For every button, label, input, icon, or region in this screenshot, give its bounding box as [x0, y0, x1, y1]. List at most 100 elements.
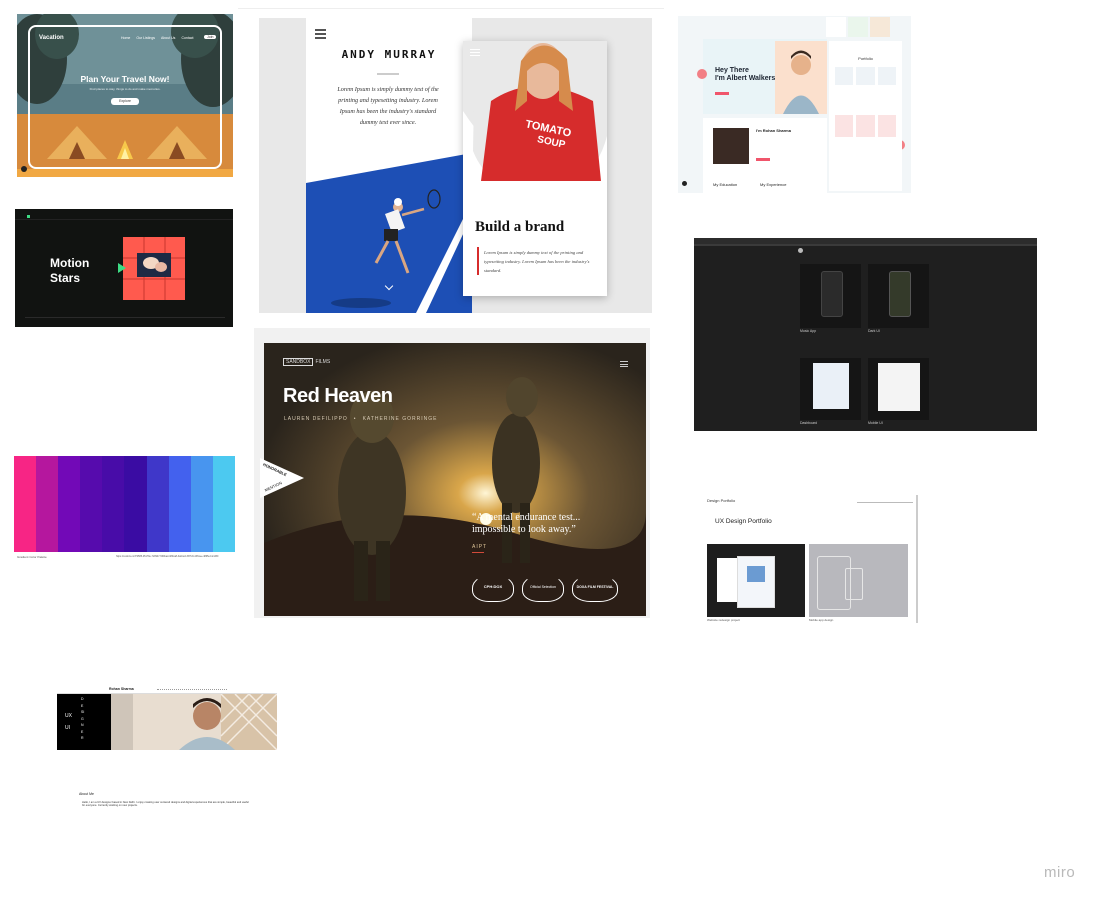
motion-artwork [123, 237, 185, 300]
dark-tile-label-4: Mobile UI [868, 421, 883, 425]
dark-tile-2[interactable] [868, 264, 929, 328]
motion-logo-icon [27, 215, 30, 218]
andy-menu-icon[interactable] [315, 29, 326, 39]
ux-portfolio-caption-2: Mobile app design [809, 618, 834, 622]
albert-testimonial: I'm Rohan Sharma My Education My Experie… [703, 118, 827, 193]
palette-swatch-9 [190, 456, 213, 552]
testimonial-photo [713, 128, 749, 164]
albert-walkers-card[interactable]: Hey There I'm Albert Walkers Portfolio I [678, 16, 911, 193]
ux-portfolio-tile-1[interactable] [707, 544, 805, 617]
dark-tile-3[interactable] [800, 358, 861, 420]
motion-play-icon[interactable] [118, 263, 126, 273]
motion-title-line2: Stars [50, 271, 81, 285]
ux-portfolio-title: UX Design Portfolio [715, 518, 772, 525]
brand-photo [463, 41, 607, 181]
ux-portfolio-nav [857, 499, 913, 503]
ux-portfolio-brand[interactable]: Design Portfolio [707, 498, 735, 503]
palette-card[interactable]: Gradient Color Palette https://coolors.c… [14, 456, 235, 562]
credit-2: KATHERINE GORRINGE [362, 416, 438, 422]
albert-greeting-2: I'm Albert Walkers [715, 75, 776, 82]
logo-right: FILMS [315, 359, 331, 365]
laurels-row: CPH:DOX Official Selection DOXA FILM FES… [472, 574, 618, 602]
andy-name: ANDY MURRAY [341, 48, 437, 61]
miro-watermark: miro [1044, 864, 1076, 881]
dark-tile-4[interactable] [868, 358, 929, 420]
nav-listings[interactable]: Our Listings [136, 36, 155, 40]
vacation-card[interactable]: Vacation Home Our Listings About Us Cont… [17, 14, 233, 177]
brand-phone-card: TOMATO SOUP Build a brand Lorem Ipsum is… [463, 41, 607, 296]
testimonial-button[interactable] [756, 158, 770, 161]
credit-1: LAUREN DEFILIPPO [284, 416, 348, 422]
motion-title-line1: Motion [50, 256, 90, 270]
palette-swatch-8 [168, 456, 191, 552]
ux-portfolio-card[interactable]: Design Portfolio UX Design Portfolio Web… [705, 495, 918, 623]
logo-left: SANDBOX [283, 358, 314, 366]
ux-designer-nav [157, 689, 227, 691]
dark-tile-1[interactable] [800, 264, 861, 328]
laurel-1: CPH:DOX [472, 574, 514, 602]
dark-tile-label-2: Dark UI [868, 329, 880, 333]
albert-top-thumbs [826, 17, 890, 37]
palette-swatch-10 [212, 456, 235, 552]
palette-swatch-4 [80, 456, 103, 552]
dark-dashboard-card[interactable]: Music App Dark UI Dashboard Mobile UI [694, 238, 1037, 431]
albert-label-1: My Education [713, 182, 738, 187]
ux-portfolio-scroll[interactable] [916, 495, 918, 623]
quote-line1: “A mental endurance test... [472, 512, 581, 523]
andy-murray-card[interactable]: ANDY MURRAY Lorem Ipsum is simply dummy … [259, 18, 652, 313]
ux-portfolio-tile-2[interactable] [809, 544, 908, 617]
ux-designer-side: UX UI DESIGNER [57, 694, 111, 750]
dark-tile-label-3: Dashboard [800, 421, 818, 425]
andy-body: Lorem Ipsum is simply dummy text of the … [337, 86, 439, 126]
andy-divider [377, 73, 399, 75]
palette-swatch-2 [36, 456, 59, 552]
red-heaven-card[interactable]: SANDBOX FILMS Red Heaven LAUREN DEFILIPP… [254, 328, 650, 618]
testimonial-title: I'm Rohan Sharma [756, 128, 791, 133]
quote-source-underline [472, 552, 484, 553]
ux-designer-body: Hello, I am a UX designer based in New D… [82, 801, 249, 808]
dark-tile-label-1: Music App [800, 329, 817, 333]
ux-portfolio-caption-1: Website redesign project [707, 618, 740, 622]
palette-caption-right[interactable]: https://coolors.co/f72585-b5179e-7209b7-… [116, 555, 232, 558]
palette-swatch-6 [124, 456, 147, 552]
ux-designer-header-name[interactable]: Rohan Sharma [109, 687, 134, 691]
ux-designer-card[interactable]: Rohan Sharma UX UI DESIGNER About Me Hel… [57, 686, 277, 816]
ux-designer-photo [111, 694, 277, 750]
palette-swatch-1 [14, 456, 37, 552]
red-heaven-title: Red Heaven [283, 385, 393, 407]
quote-line2: impossible to look away.” [472, 524, 576, 535]
vacation-logo[interactable]: Vacation [39, 35, 64, 41]
red-heaven-menu-icon[interactable] [620, 361, 628, 367]
dark-logo-icon [798, 248, 803, 253]
ux-designer-section-heading: About Me [79, 792, 94, 796]
albert-dark-mode-icon[interactable] [682, 181, 687, 186]
side-label-ui: UI [65, 725, 70, 731]
laurel-3: DOXA FILM FESTIVAL [572, 574, 618, 602]
vacation-frame [28, 25, 222, 169]
vertical-word: DESIGNER [81, 697, 85, 740]
albert-hire-button[interactable] [715, 92, 729, 95]
motion-progress-bar [25, 317, 225, 318]
albert-decor-circle-1 [697, 69, 707, 79]
motion-stars-card[interactable]: Motion Stars [15, 209, 233, 327]
albert-portfolio-heading: Portfolio [858, 56, 873, 61]
vacation-title: Plan Your Travel Now! [80, 74, 170, 84]
nav-home[interactable]: Home [121, 36, 130, 40]
albert-right-column: Portfolio [829, 41, 902, 191]
albert-label-2: My Experience [760, 182, 787, 187]
laurel-2: Official Selection [522, 574, 564, 602]
red-heaven-logo[interactable]: SANDBOX FILMS [283, 358, 330, 366]
palette-swatch-5 [102, 456, 125, 552]
quote-source: AIPT [472, 544, 488, 550]
red-heaven-quote: “A mental endurance test... impossible t… [472, 512, 580, 536]
vacation-join-button[interactable]: Join [204, 35, 217, 39]
vacation-explore-button[interactable]: Explore [111, 98, 139, 105]
palette-caption-left: Gradient Color Palette [17, 555, 47, 559]
brand-rule [477, 247, 479, 275]
brand-title: Build a brand [475, 219, 565, 235]
nav-contact[interactable]: Contact [181, 36, 193, 40]
nav-about[interactable]: About Us [161, 36, 175, 40]
brand-menu-icon[interactable] [470, 49, 480, 56]
brand-body: Lorem Ipsum is simply dummy text of the … [484, 250, 590, 273]
palette-swatches [14, 456, 235, 552]
